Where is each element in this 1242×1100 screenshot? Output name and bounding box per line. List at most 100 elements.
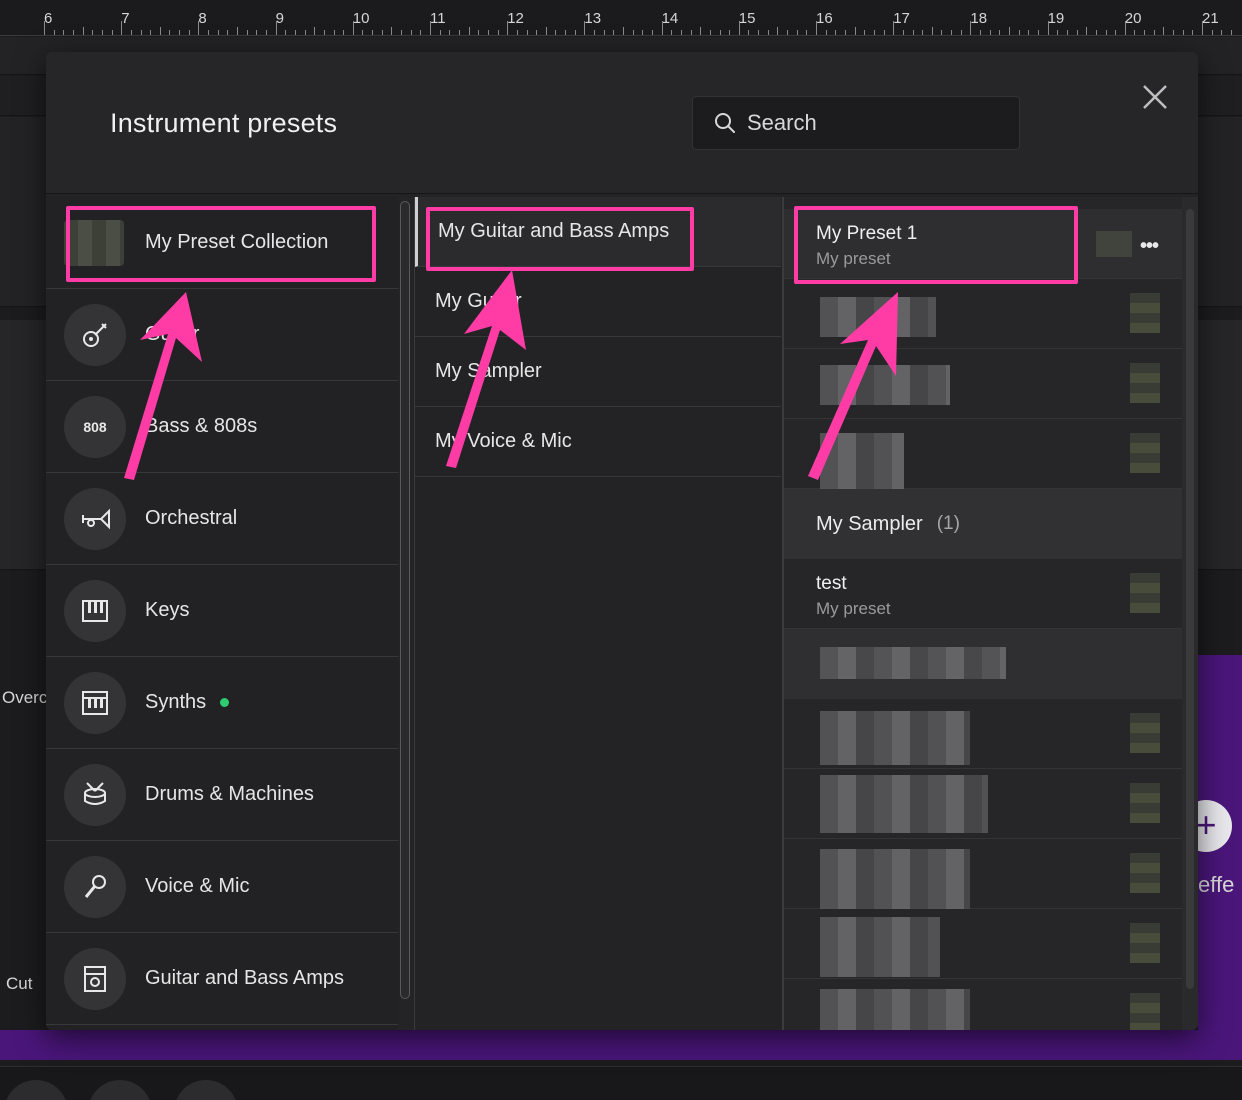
- ruler-tick: [121, 21, 123, 35]
- ruler-tick: [787, 30, 789, 35]
- timeline-ruler[interactable]: 6 7 8 9 10 11 12 13 14 15 16 17 18 19 20 21: [0, 0, 1242, 36]
- ruler-tick: [420, 30, 422, 35]
- ruler-tick: [1047, 21, 1049, 35]
- preset-name: test: [816, 573, 847, 594]
- ruler-tick: [748, 30, 750, 35]
- category-orchestral[interactable]: Orchestral: [46, 473, 398, 565]
- ruler-number: 15: [738, 10, 756, 27]
- ruler-tick: [275, 21, 277, 35]
- category-synths[interactable]: Synths: [46, 657, 398, 749]
- subcategory-my-sampler[interactable]: My Sampler: [415, 337, 781, 407]
- ruler-tick: [179, 30, 181, 35]
- ruler-tick: [1221, 30, 1223, 35]
- ruler-number: 17: [893, 10, 910, 27]
- preset-scrollbar[interactable]: [1182, 197, 1198, 1030]
- ruler-tick: [314, 27, 316, 35]
- preset-row-redacted[interactable]: [784, 349, 1184, 419]
- close-icon[interactable]: [1140, 82, 1170, 112]
- category-drums-machines[interactable]: Drums & Machines: [46, 749, 398, 841]
- ruler-tick: [140, 30, 142, 35]
- background-label: effe: [1198, 872, 1235, 897]
- background-region: [0, 1030, 1242, 1060]
- ruler-tick: [1057, 30, 1059, 35]
- ruler-tick: [864, 30, 866, 35]
- subcategory-my-voice-mic[interactable]: My Voice & Mic: [415, 407, 781, 477]
- category-my-preset-collection[interactable]: My Preset Collection: [46, 197, 398, 289]
- ruler-tick: [796, 30, 798, 35]
- ruler-tick: [1182, 30, 1184, 35]
- ruler-tick: [526, 30, 528, 35]
- ruler-tick: [1202, 21, 1203, 35]
- redacted-content: [820, 365, 950, 405]
- preset-row-redacted[interactable]: [784, 979, 1184, 1030]
- ruler-tick: [188, 30, 190, 35]
- category-voice-mic[interactable]: Voice & Mic: [46, 841, 398, 933]
- redacted-thumbnail: [1130, 713, 1160, 753]
- ruler-tick: [970, 21, 972, 35]
- preset-test[interactable]: test My preset: [784, 559, 1184, 629]
- search-box[interactable]: [692, 96, 1020, 150]
- ruler-tick: [333, 30, 335, 35]
- preset-row-redacted[interactable]: [784, 279, 1184, 349]
- ruler-tick: [111, 30, 113, 35]
- ruler-tick: [902, 30, 904, 35]
- ruler-tick: [458, 30, 460, 35]
- category-keys[interactable]: Keys: [46, 565, 398, 657]
- category-label: Bass & 808s: [145, 415, 258, 437]
- redacted-thumbnail: [1130, 293, 1160, 333]
- ruler-tick: [1163, 27, 1165, 35]
- ruler-number: 9: [275, 10, 284, 27]
- scrollbar-thumb[interactable]: [400, 201, 410, 999]
- ruler-tick: [806, 30, 808, 35]
- preset-row-redacted[interactable]: [784, 839, 1184, 909]
- subcategory-my-guitar-and-bass-amps[interactable]: My Guitar and Bass Amps: [415, 197, 781, 267]
- category-bass-808s[interactable]: 808 Bass & 808s: [46, 381, 398, 473]
- preset-group-header: My Sampler (1): [784, 489, 1184, 559]
- preset-row-redacted[interactable]: [784, 419, 1184, 489]
- ruler-tick: [651, 30, 653, 35]
- preset-my-preset-1[interactable]: My Preset 1 My preset •••: [784, 209, 1184, 279]
- ruler-number: 20: [1124, 10, 1142, 27]
- more-options-icon[interactable]: •••: [1140, 235, 1159, 258]
- ruler-tick: [1124, 21, 1126, 35]
- ruler-tick: [1066, 30, 1068, 35]
- ruler-tick: [883, 30, 885, 35]
- ruler-tick: [237, 27, 238, 35]
- redacted-content: [820, 989, 970, 1030]
- preset-row-redacted[interactable]: [784, 909, 1184, 979]
- ruler-tick: [1115, 30, 1117, 35]
- ruler-tick: [729, 30, 731, 35]
- ruler-tick: [430, 21, 431, 35]
- category-scrollbar[interactable]: [398, 197, 412, 1030]
- scrollbar-thumb[interactable]: [1186, 209, 1194, 989]
- ruler-tick: [951, 30, 953, 35]
- subcategory-my-guitar[interactable]: My Guitar: [415, 267, 781, 337]
- ruler-tick: [323, 30, 325, 35]
- ruler-tick: [63, 30, 65, 35]
- redacted-content: [820, 917, 940, 977]
- redacted-content: [820, 849, 970, 909]
- preset-row-redacted[interactable]: [784, 699, 1184, 769]
- ruler-tick: [584, 21, 586, 35]
- ruler-tick: [487, 30, 489, 35]
- ruler-number: 10: [352, 10, 370, 27]
- collection-thumbnail-icon: [64, 219, 124, 266]
- category-guitar[interactable]: Guitar: [46, 289, 398, 381]
- ruler-number: 14: [661, 10, 679, 27]
- ruler-tick: [1230, 30, 1232, 35]
- search-input[interactable]: [747, 110, 1007, 136]
- ruler-tick: [381, 30, 383, 35]
- ruler-tick: [632, 30, 634, 35]
- ruler-tick: [738, 21, 740, 35]
- preset-row-redacted[interactable]: [784, 769, 1184, 839]
- ruler-tick: [835, 30, 837, 35]
- ruler-tick: [777, 27, 779, 35]
- search-icon: [715, 113, 735, 133]
- category-guitar-bass-amps[interactable]: Guitar and Bass Amps: [46, 933, 398, 1025]
- ruler-tick: [1086, 27, 1088, 35]
- ruler-tick: [536, 30, 538, 35]
- trumpet-icon: [64, 487, 126, 550]
- redacted-content: [820, 711, 970, 765]
- ruler-tick: [372, 30, 374, 35]
- ruler-tick: [603, 30, 605, 35]
